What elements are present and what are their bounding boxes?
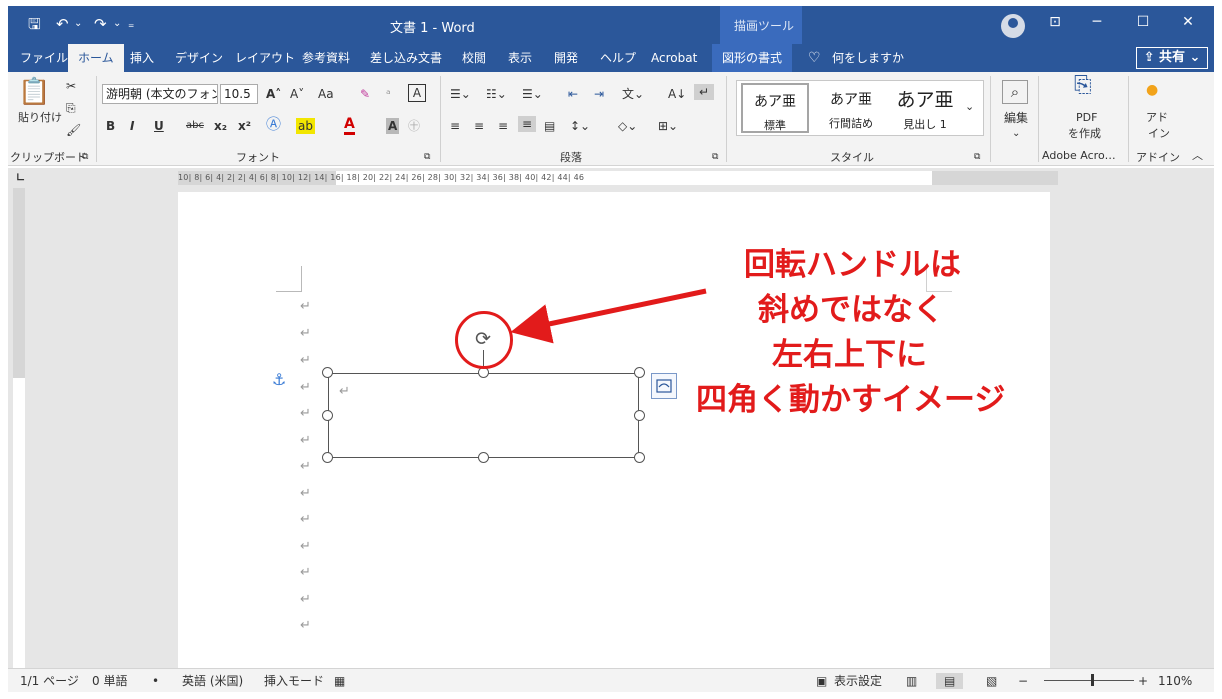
zoom-slider-thumb[interactable]: [1091, 674, 1094, 686]
zoom-level[interactable]: 110%: [1158, 673, 1192, 689]
insert-mode-status[interactable]: 挿入モード: [264, 673, 324, 689]
print-layout-icon[interactable]: ▤: [936, 673, 964, 689]
status-bar: 1/1 ページ 0 単語 • 英語 (米国) 挿入モード ▦ ▣ 表示設定 ▥ …: [8, 668, 1214, 692]
callout-line-3: 左右上下に: [772, 337, 927, 373]
callout-line-1: 回転ハンドルは: [744, 247, 961, 283]
zoom-in-button[interactable]: +: [1138, 673, 1148, 689]
language-status[interactable]: 英語 (米国): [182, 673, 243, 689]
callout-arrow-icon: [510, 288, 707, 344]
display-settings-icon[interactable]: ▣: [816, 673, 827, 689]
page-count[interactable]: 1/1 ページ: [20, 673, 79, 689]
macro-record-icon[interactable]: ▦: [334, 673, 345, 689]
callout-line-2: 斜めではなく: [758, 292, 944, 328]
word-count[interactable]: 0 単語: [92, 673, 127, 689]
web-layout-icon[interactable]: ▧: [986, 673, 997, 689]
display-settings-button[interactable]: 表示設定: [834, 673, 882, 689]
zoom-slider[interactable]: [1044, 680, 1134, 681]
read-mode-icon[interactable]: ▥: [906, 673, 917, 689]
callout-line-4: 四角く動かすイメージ: [696, 382, 1006, 418]
zoom-out-button[interactable]: −: [1018, 673, 1028, 689]
spelling-status-icon[interactable]: •: [152, 673, 159, 689]
